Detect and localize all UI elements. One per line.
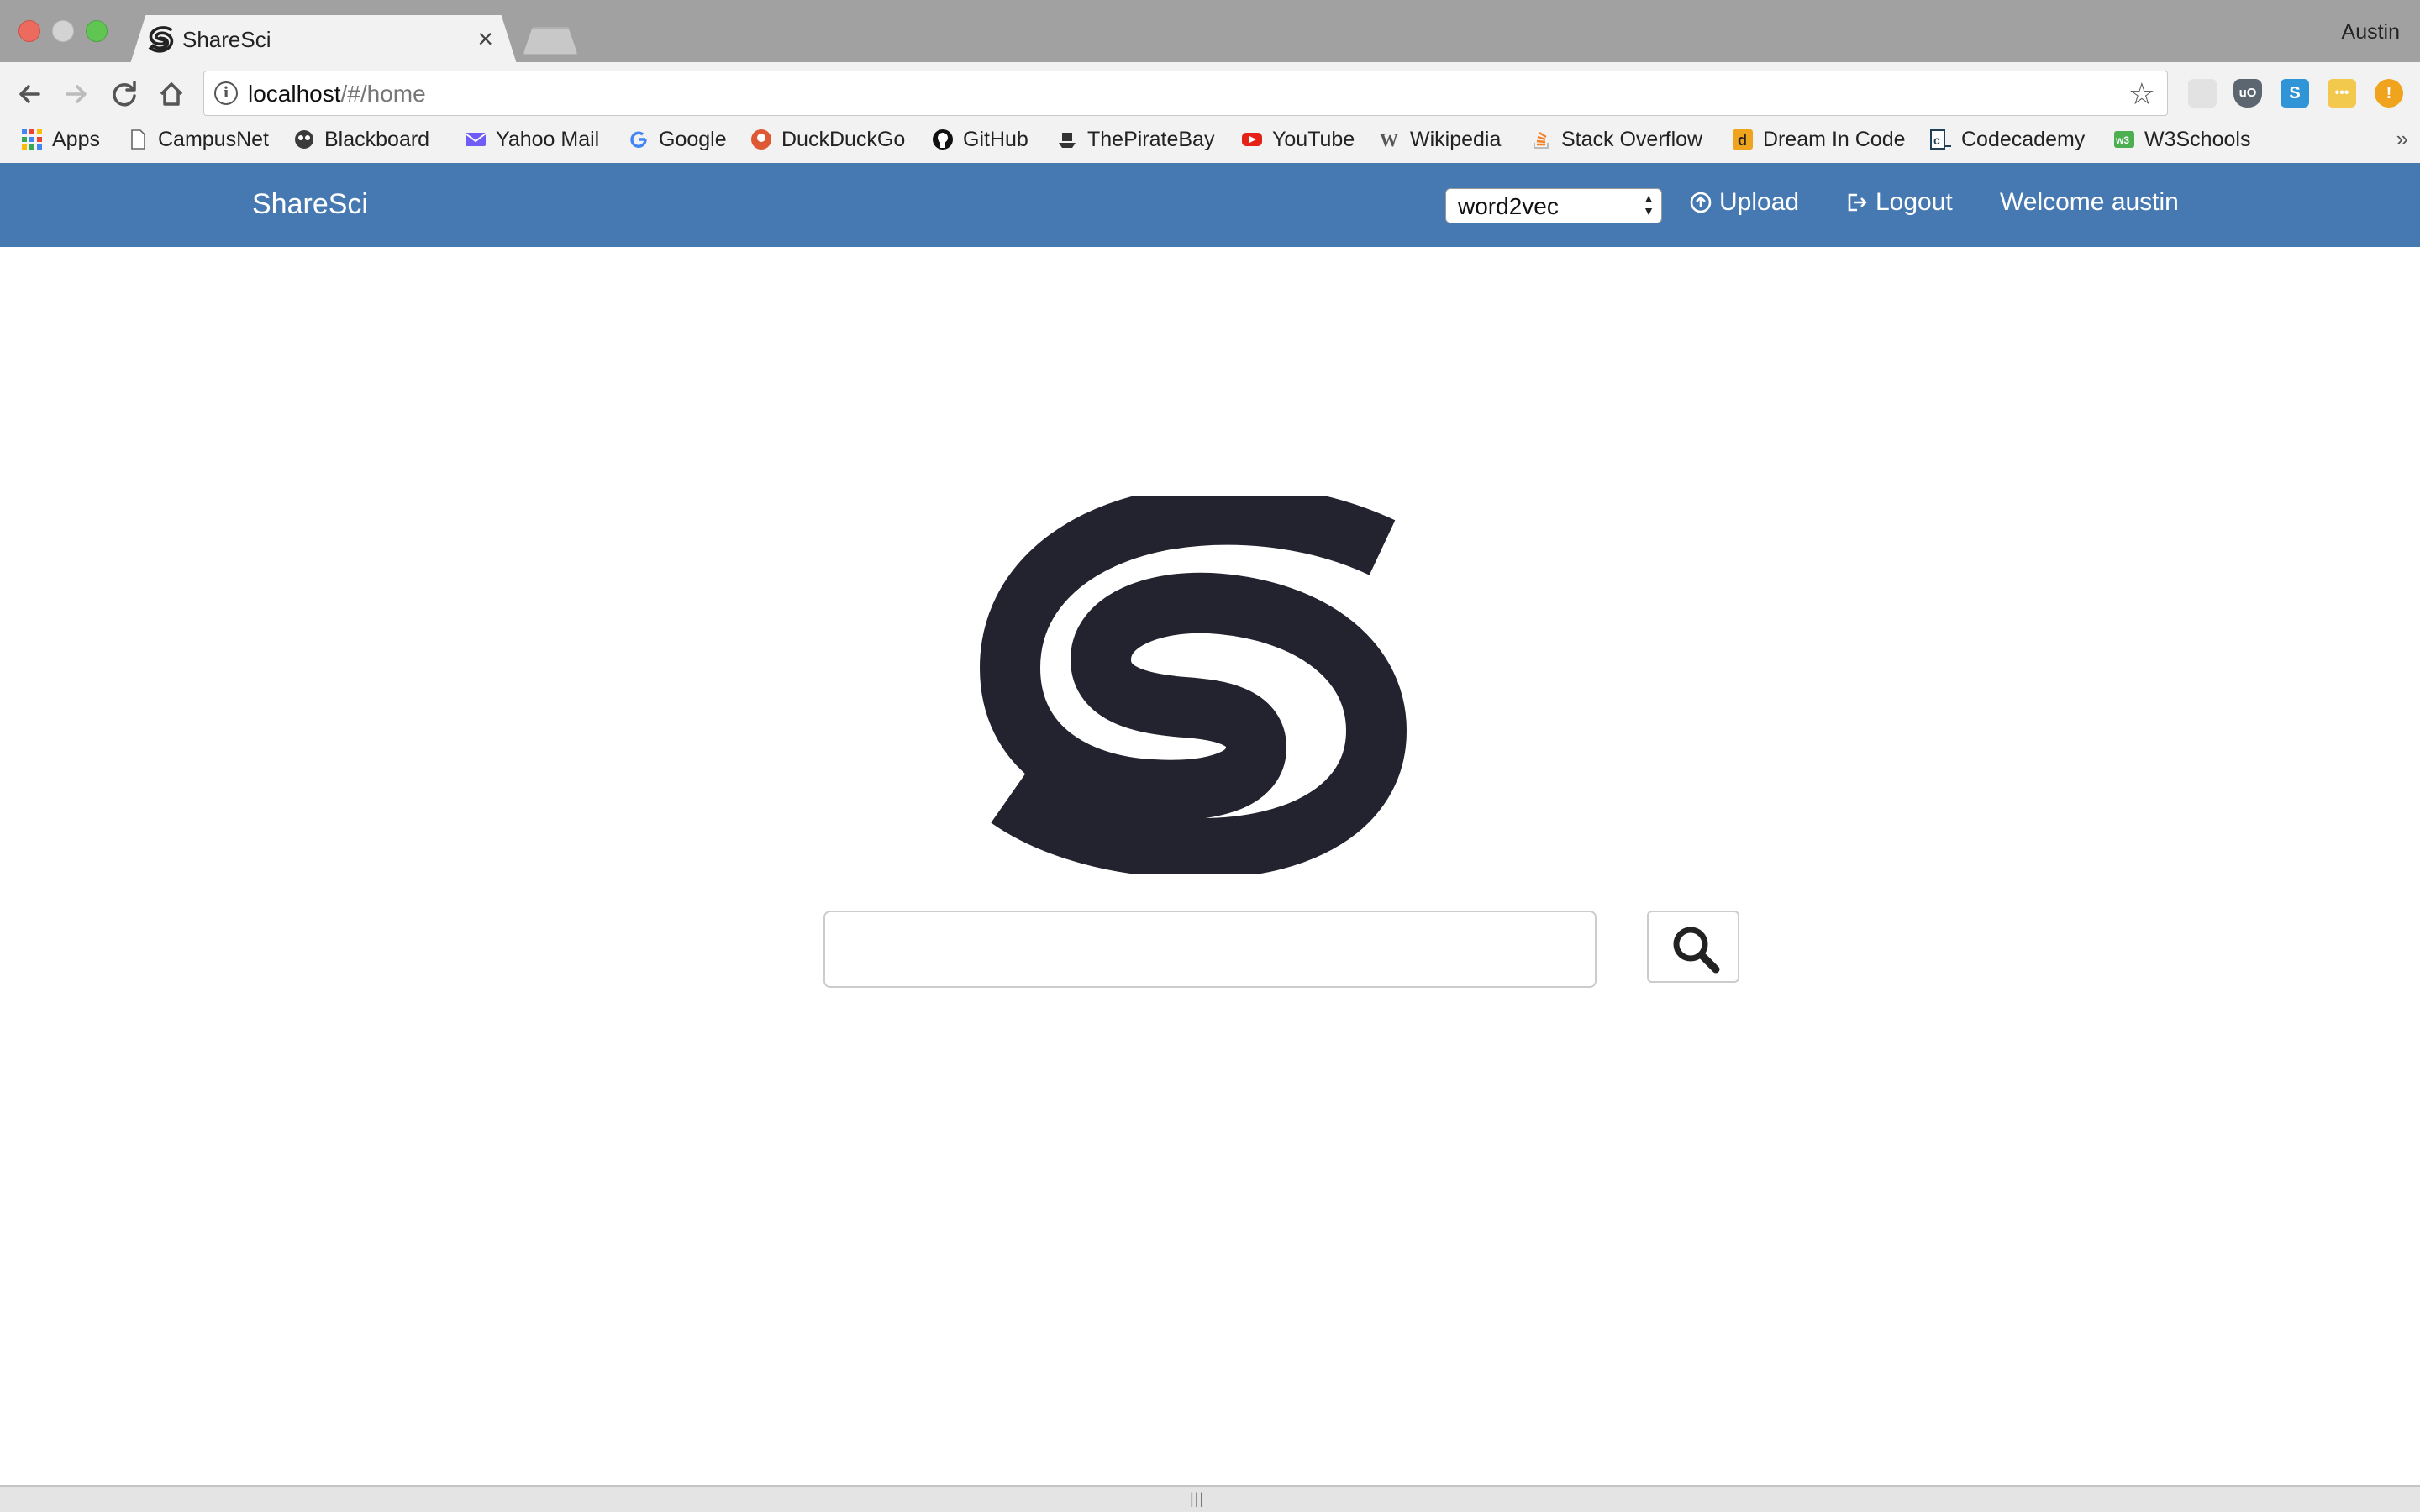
back-button[interactable] [10,74,50,114]
url-host: localhost [248,81,341,107]
app-navbar: ShareSci word2vec ▲ ▼ Upload Logout Welco… [0,163,2420,247]
profile-name[interactable]: Austin [2342,20,2400,45]
bookmark-wikipedia[interactable]: W Wikipedia [1378,126,1501,153]
bookmark-label: Codecademy [1961,127,2086,151]
home-button[interactable] [151,74,192,114]
bookmark-codecademy[interactable]: c Codecademy [1929,126,2085,153]
alert-extension-icon[interactable]: ! [2375,79,2403,108]
dreamincode-icon: d [1733,129,1753,150]
brand-link[interactable]: ShareSci [252,188,368,221]
model-select-value: word2vec [1458,193,1559,219]
bookmark-label: Google [659,127,727,151]
address-bar[interactable]: i localhost/#/home ☆ [203,71,2168,116]
bookmark-label: ThePirateBay [1087,127,1215,151]
bookmark-blackboard[interactable]: Blackboard [292,126,429,153]
svg-text:d: d [1738,132,1747,149]
search-icon [1673,927,1720,974]
bookmark-w3schools[interactable]: w3 W3Schools [2112,126,2250,153]
svg-text:W: W [1380,129,1398,150]
bookmark-label: Apps [52,127,100,151]
pirate-ship-icon [1059,133,1076,148]
duckduckgo-icon [751,129,771,150]
github-icon [933,129,953,150]
extension-blank-icon[interactable] [2188,79,2217,108]
model-select[interactable]: word2vec ▲ ▼ [1445,188,1662,223]
upload-label: Upload [1719,188,1800,216]
bookmark-label: Stack Overflow [1561,127,1703,151]
browser-tab-active[interactable]: ShareSci × [130,15,517,64]
logout-label: Logout [1876,188,1953,216]
search-button[interactable] [1647,911,1739,983]
logout-icon [1848,193,1867,212]
logout-link[interactable]: Logout [1845,188,1953,217]
upload-circle-icon [1690,192,1712,213]
resize-grip-icon[interactable]: ||| [1190,1490,1204,1508]
bottom-status-bar: ||| [0,1485,2420,1512]
reload-button[interactable] [104,74,145,114]
url-path: /#/home [340,81,426,107]
bookmark-label: Dream In Code [1763,127,1906,151]
bookmark-star-icon[interactable]: ☆ [2128,76,2155,112]
bookmark-label: Yahoo Mail [496,127,600,151]
bookmark-google[interactable]: Google [627,126,727,153]
bookmark-label: W3Schools [2144,127,2251,151]
zoom-window-button[interactable] [86,20,108,42]
forward-button[interactable] [55,74,96,114]
codecademy-icon: c [1930,129,1951,150]
page-icon [131,129,145,150]
home-icon [160,82,183,106]
info-icon[interactable]: i [214,81,238,105]
bookmark-apps[interactable]: Apps [20,126,100,153]
bookmark-duckduckgo[interactable]: DuckDuckGo [750,126,905,153]
bookmark-dream-in-code[interactable]: d Dream In Code [1731,126,1906,153]
bookmark-label: YouTube [1272,127,1355,151]
reload-icon [113,81,136,107]
bookmark-label: Wikipedia [1410,127,1502,151]
upload-link[interactable]: Upload [1689,188,1799,217]
youtube-icon [1242,133,1262,146]
bookmark-thepiratebay[interactable]: ThePirateBay [1055,126,1214,153]
bookmark-youtube[interactable]: YouTube [1240,126,1355,153]
sharesci-logo-icon [979,496,1407,874]
bookmark-label: Blackboard [324,127,430,151]
minimize-window-button[interactable] [52,20,74,42]
ublock-shield-icon[interactable]: uO [2233,79,2262,108]
bookmarks-bar: Apps CampusNet Blackboard Yahoo Mail Goo… [0,119,2420,156]
google-icon [630,131,647,148]
blackboard-icon [295,130,313,149]
password-manager-icon[interactable]: ••• [2328,79,2356,108]
bookmark-github[interactable]: GitHub [931,126,1028,153]
bookmark-label: GitHub [963,127,1028,151]
mail-icon [465,133,487,146]
sharesci-favicon-icon [148,26,174,53]
search-input[interactable] [823,911,1597,988]
welcome-user-text: Welcome austin [2000,188,2179,216]
bookmark-label: CampusNet [158,127,269,151]
apps-grid-icon [22,129,42,150]
bookmark-label: DuckDuckGo [781,127,906,151]
url-text: localhost/#/home [248,81,426,108]
w3schools-icon: w3 [2114,131,2134,148]
bookmark-stack-overflow[interactable]: Stack Overflow [1529,126,1702,153]
tab-close-icon[interactable]: × [477,24,493,55]
title-bar: ShareSci × Austin [0,0,2420,64]
browser-window: ShareSci × Austin i localhost/#/home ☆ u… [0,0,2420,1512]
select-arrows-icon: ▲ ▼ [1643,192,1655,218]
arrow-left-icon [19,85,40,103]
new-tab-button[interactable] [523,27,578,55]
tab-title: ShareSci [182,27,271,52]
skype-extension-icon[interactable]: S [2281,79,2309,108]
stackoverflow-icon [1534,131,1549,149]
svg-text:c: c [1933,134,1940,147]
close-window-button[interactable] [18,20,40,42]
svg-text:w3: w3 [2115,134,2129,146]
bookmarks-overflow-icon[interactable]: » [2396,126,2408,152]
wikipedia-icon: W [1380,129,1398,150]
bookmark-campusnet[interactable]: CampusNet [126,126,269,153]
arrow-right-icon [66,85,87,103]
bookmark-yahoo-mail[interactable]: Yahoo Mail [464,126,599,153]
